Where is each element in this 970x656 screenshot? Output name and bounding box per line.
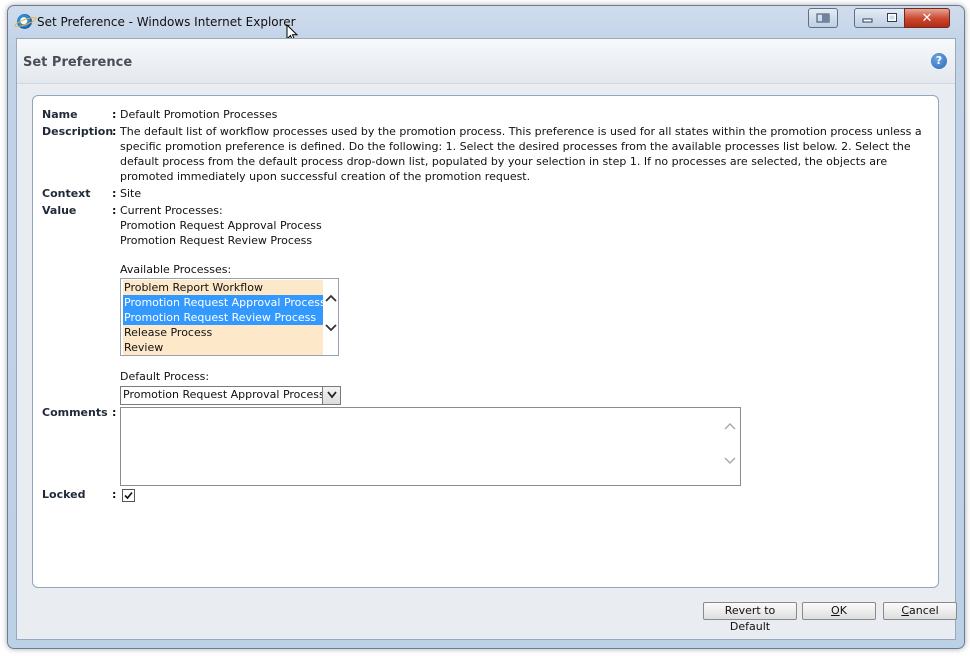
compatibility-view-icon (816, 13, 830, 23)
cancel-button[interactable]: Cancel (883, 602, 957, 620)
comments-colon: : (112, 406, 117, 419)
title-bar[interactable]: Set Preference - Windows Internet Explor… (8, 6, 964, 43)
listbox-scrollbar[interactable] (323, 293, 337, 339)
ok-rest: K (839, 604, 847, 617)
internet-explorer-icon (17, 14, 32, 29)
checkmark-icon (124, 491, 133, 500)
compatibility-view-button[interactable] (808, 8, 838, 28)
name-label: Name (42, 108, 78, 121)
chevron-down-icon (326, 391, 337, 399)
value-colon: : (112, 204, 117, 217)
list-item[interactable]: Release Process (123, 325, 323, 340)
maximize-icon (887, 13, 897, 22)
current-process-item: Promotion Request Review Process (120, 234, 313, 247)
list-item[interactable]: Problem Report Workflow (123, 280, 323, 295)
context-label: Context (42, 187, 91, 200)
default-process-value: Promotion Request Approval Process (123, 388, 325, 401)
locked-colon: : (112, 488, 117, 501)
description-label: Description (42, 125, 114, 138)
textarea-scroll-up-icon[interactable] (724, 421, 736, 431)
current-processes-label: Current Processes: (120, 204, 223, 217)
browser-window: Set Preference - Windows Internet Explor… (7, 5, 965, 649)
window-title: Set Preference - Windows Internet Explor… (37, 15, 296, 29)
close-window-button[interactable]: ✕ (904, 8, 950, 28)
locked-label: Locked (42, 488, 86, 501)
default-process-label: Default Process: (120, 370, 210, 383)
ok-accel: O (831, 604, 840, 617)
minimize-icon (862, 18, 873, 23)
close-icon: ✕ (921, 10, 933, 26)
locked-checkbox[interactable] (122, 489, 135, 502)
available-processes-listbox[interactable]: Problem Report Workflow Promotion Reques… (120, 278, 339, 356)
minimize-button[interactable] (854, 8, 881, 28)
page-title: Set Preference (23, 55, 133, 70)
comments-textarea[interactable] (120, 407, 741, 486)
value-label: Value (42, 204, 77, 217)
dialog-header: Set Preference ? (17, 39, 955, 84)
list-item[interactable]: Promotion Request Approval Process (123, 295, 323, 310)
default-process-select[interactable]: Promotion Request Approval Process (120, 386, 341, 405)
comments-label: Comments (42, 406, 108, 419)
scroll-up-icon[interactable] (325, 293, 337, 303)
preference-panel: Name : Default Promotion Processes Descr… (32, 95, 939, 588)
textarea-scroll-down-icon[interactable] (724, 456, 736, 466)
cancel-accel: C (901, 604, 910, 617)
context-colon: : (112, 187, 117, 200)
ok-button[interactable]: OK (802, 602, 876, 620)
dropdown-button[interactable] (322, 387, 340, 404)
cancel-rest: ancel (909, 604, 939, 617)
revert-to-default-button[interactable]: Revert to Default (703, 602, 797, 633)
name-value: Default Promotion Processes (120, 108, 278, 121)
maximize-button[interactable] (880, 8, 905, 28)
context-value: Site (120, 187, 142, 200)
list-item[interactable]: Promotion Request Review Process (123, 310, 323, 325)
scroll-down-icon[interactable] (325, 323, 337, 333)
list-item[interactable]: Review (123, 340, 323, 355)
description-value: The default list of workflow processes u… (120, 125, 922, 183)
dialog-client-area: Set Preference ? Name : Default Promotio… (16, 38, 957, 640)
available-processes-label: Available Processes: (120, 263, 232, 276)
help-icon[interactable]: ? (931, 53, 947, 69)
description-colon: : (112, 125, 117, 138)
current-process-item: Promotion Request Approval Process (120, 219, 322, 232)
name-colon: : (112, 108, 117, 121)
